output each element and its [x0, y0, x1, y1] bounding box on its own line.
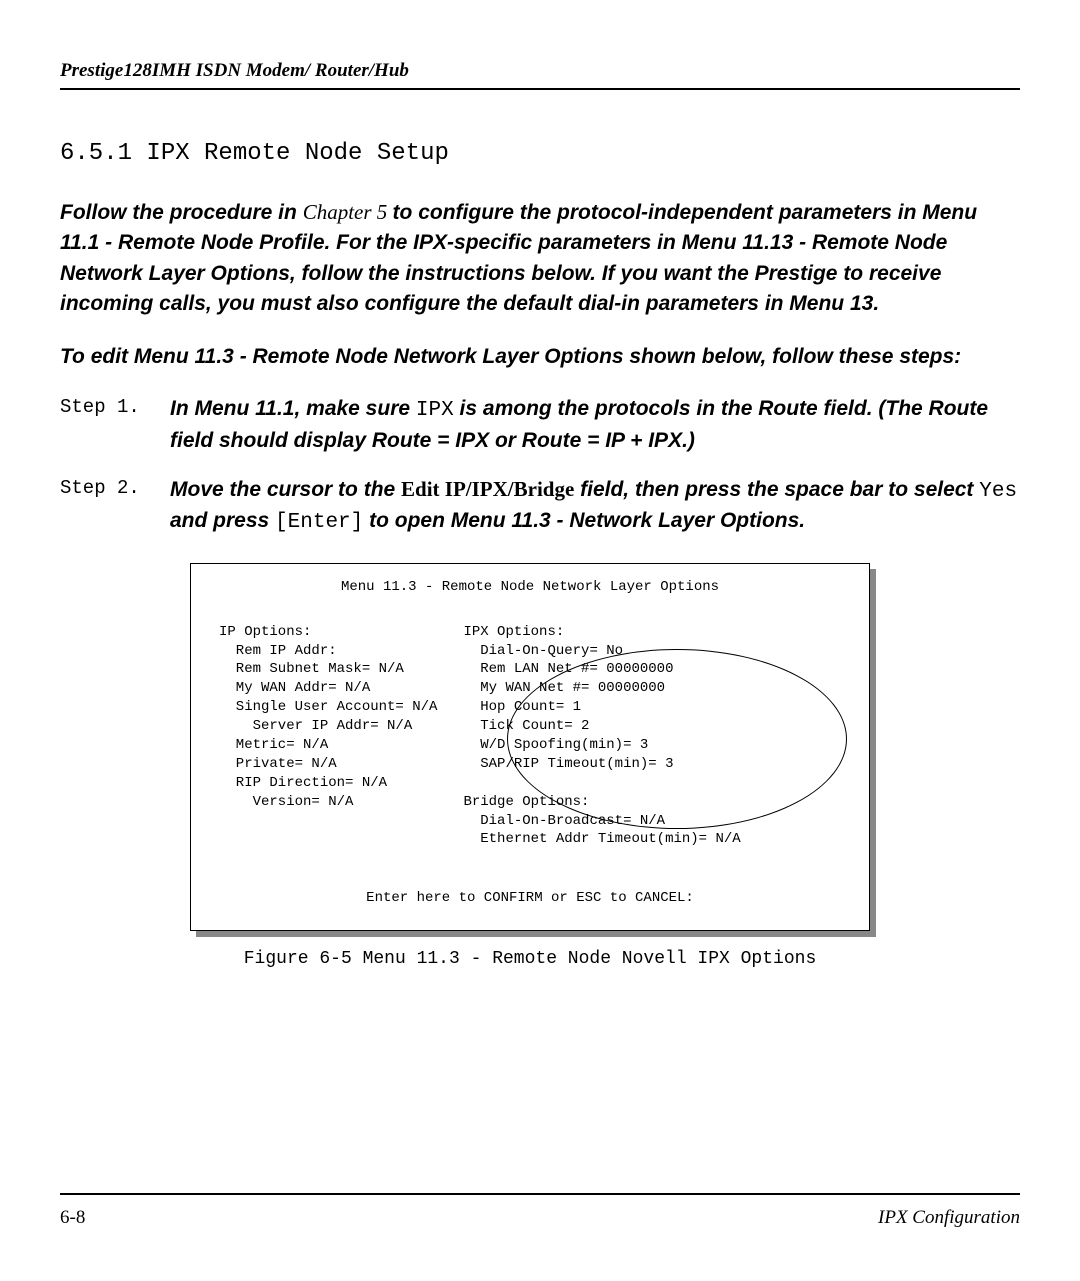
figure-caption: Figure 6-5 Menu 11.3 - Remote Node Novel…: [190, 949, 870, 969]
terminal-menu-figure: Menu 11.3 - Remote Node Network Layer Op…: [190, 563, 870, 931]
section-heading: 6.5.1 IPX Remote Node Setup: [60, 140, 1020, 167]
step-1: Step 1. In Menu 11.1, make sure IPX is a…: [60, 394, 1020, 455]
menu-title: Menu 11.3 - Remote Node Network Layer Op…: [209, 578, 851, 597]
step-label: Step 1.: [60, 394, 170, 418]
menu-ipx-bridge-options: IPX Options: Dial-On-Query= No Rem LAN N…: [463, 623, 851, 850]
step-2: Step 2. Move the cursor to the Edit IP/I…: [60, 475, 1020, 538]
page-number: 6-8: [60, 1207, 85, 1229]
document-header: Prestige128IMH ISDN Modem/ Router/Hub: [60, 60, 1020, 90]
section-title: IPX Remote Node Setup: [146, 140, 448, 167]
step-body: In Menu 11.1, make sure IPX is among the…: [170, 394, 1020, 455]
section-number: 6.5.1: [60, 140, 132, 167]
page-footer: 6-8 IPX Configuration: [60, 1193, 1020, 1229]
menu-footer: Enter here to CONFIRM or ESC to CANCEL:: [209, 889, 851, 908]
step-label: Step 2.: [60, 475, 170, 499]
intro-paragraph-2: To edit Menu 11.3 - Remote Node Network …: [60, 342, 1020, 372]
menu-box: Menu 11.3 - Remote Node Network Layer Op…: [190, 563, 870, 931]
step-body: Move the cursor to the Edit IP/IPX/Bridg…: [170, 475, 1020, 538]
intro-paragraph-1: Follow the procedure in Chapter 5 to con…: [60, 197, 1020, 320]
menu-ip-options: IP Options: Rem IP Addr: Rem Subnet Mask…: [209, 623, 437, 850]
footer-section-name: IPX Configuration: [878, 1207, 1020, 1229]
